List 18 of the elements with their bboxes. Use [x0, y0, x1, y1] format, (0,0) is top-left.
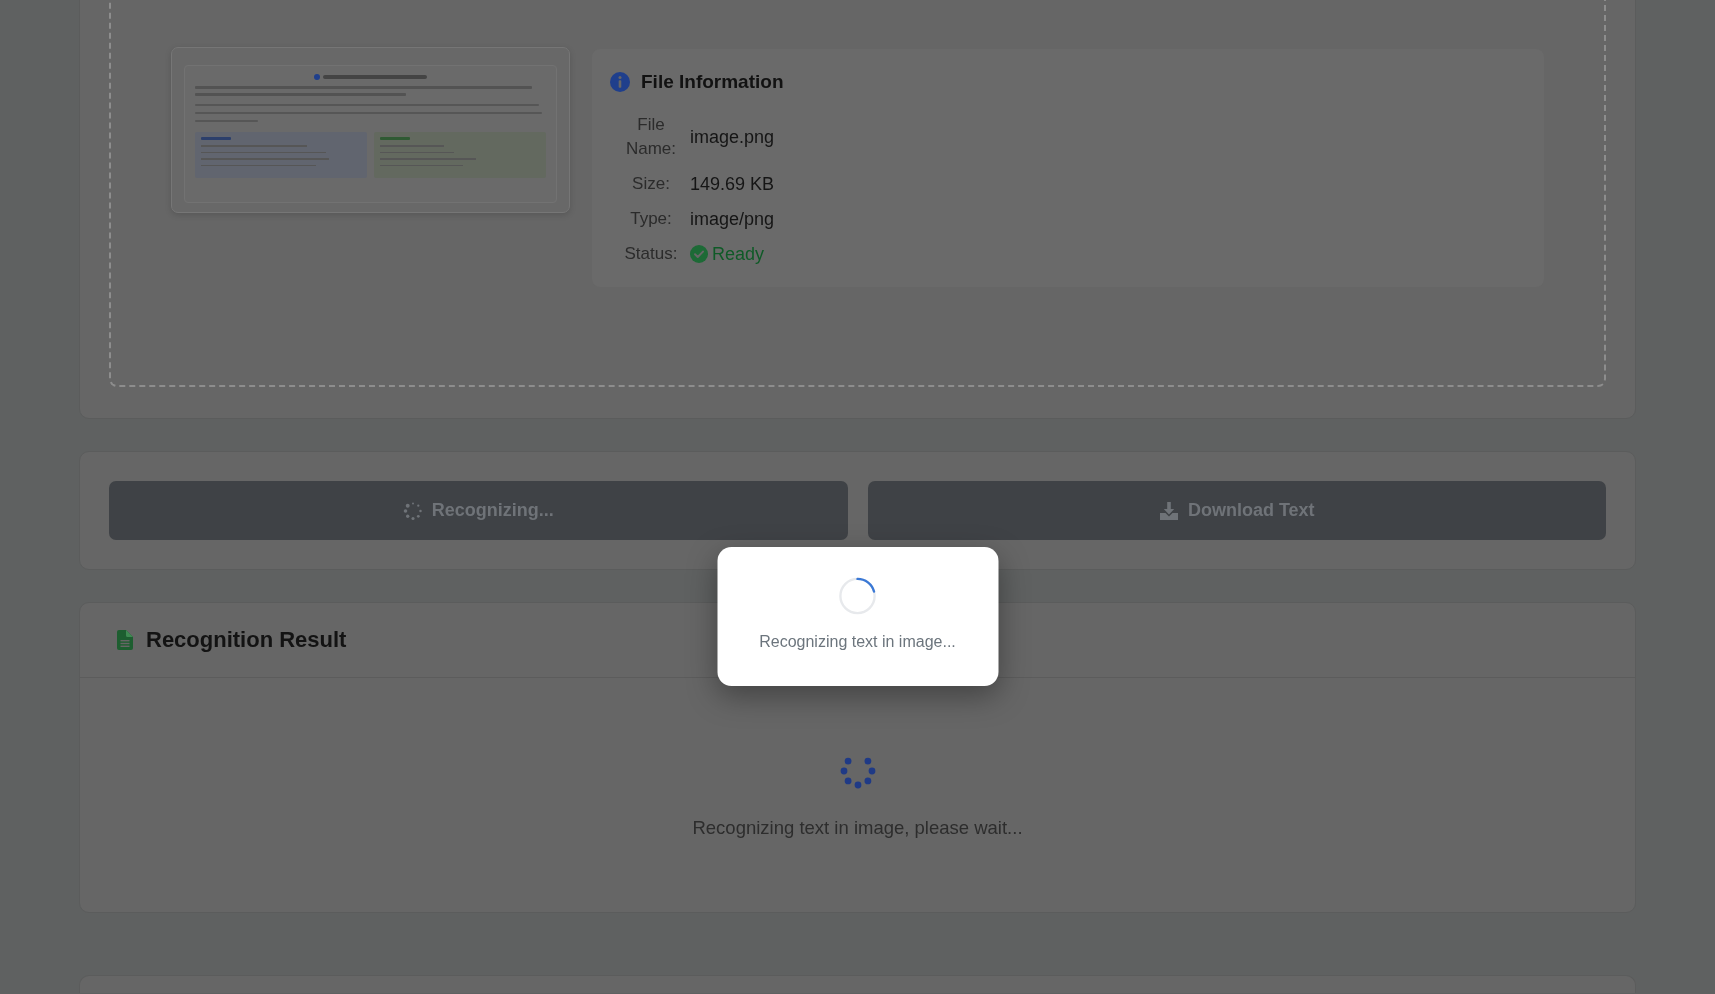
field-value: image/png	[690, 208, 775, 231]
document-icon	[117, 630, 133, 650]
panel-title: File Information	[641, 71, 784, 93]
loading-text: Recognizing text in image, please wait...	[692, 816, 1023, 840]
field-value: 149.69 KB	[690, 173, 775, 196]
download-icon	[1158, 500, 1179, 521]
field-label: Status:	[623, 243, 679, 265]
spinner-icon	[402, 500, 423, 521]
section-title: Recognition Result	[146, 627, 347, 653]
dialog-text: Recognizing text in image...	[759, 632, 956, 652]
status-text: Ready	[712, 243, 765, 266]
check-circle-icon	[690, 245, 708, 263]
field-value: image.png	[690, 126, 775, 149]
field-label: Type:	[629, 208, 673, 230]
field-label: Size:	[631, 173, 671, 195]
spinner-icon	[838, 577, 877, 615]
info-icon	[610, 72, 630, 92]
field-label: File Name:	[624, 114, 678, 160]
